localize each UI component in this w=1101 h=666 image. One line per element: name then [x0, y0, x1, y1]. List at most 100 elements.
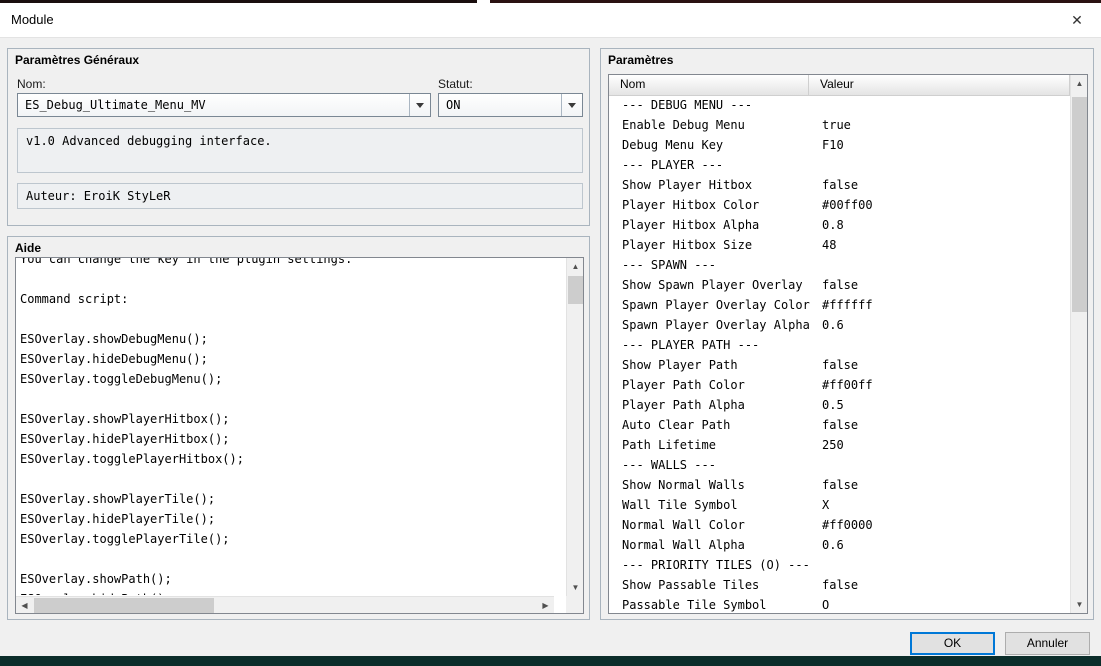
help-line: ESOverlay.showDebugMenu();	[20, 332, 208, 346]
table-row[interactable]: Player Path Color #ff00ff	[609, 375, 1070, 395]
scroll-up-icon[interactable]: ▲	[567, 258, 583, 275]
param-value-cell	[809, 95, 1070, 115]
params-rows: --- DEBUG MENU --- Enable Debug Menu true D…	[609, 95, 1070, 613]
plugin-name-select[interactable]: ES_Debug_Ultimate_Menu_MV	[17, 93, 431, 117]
description-box: v1.0 Advanced debugging interface.	[17, 128, 583, 173]
parameters-title: Paramètres	[608, 53, 674, 67]
dropdown-arrow-zone	[409, 94, 430, 116]
param-name-cell: Spawn Player Overlay Color	[622, 298, 810, 312]
param-value-cell	[809, 335, 1070, 355]
table-row[interactable]: Show Passable Tiles false	[609, 575, 1070, 595]
table-row[interactable]: Player Hitbox Size 48	[609, 235, 1070, 255]
param-name-cell: Wall Tile Symbol	[622, 498, 738, 512]
scroll-right-icon[interactable]: ▶	[537, 597, 554, 613]
param-name-cell: Player Hitbox Color	[622, 198, 760, 212]
param-name-cell: --- WALLS ---	[622, 458, 716, 472]
params-vertical-scrollbar[interactable]: ▲ ▼	[1070, 75, 1087, 613]
table-row[interactable]: Path Lifetime 250	[609, 435, 1070, 455]
param-value-cell: #ff00ff	[822, 378, 873, 392]
help-line	[20, 269, 565, 289]
table-row[interactable]: Show Player Path false	[609, 355, 1070, 375]
help-group: Aide You can change the key in the plugi…	[7, 236, 590, 620]
table-row[interactable]: Wall Tile Symbol X	[609, 495, 1070, 515]
table-row[interactable]: --- PLAYER ---	[609, 155, 1070, 175]
param-value-cell	[809, 455, 1070, 475]
param-value-cell: 250	[822, 438, 844, 452]
scroll-left-icon[interactable]: ◀	[16, 597, 33, 613]
param-name-cell: Player Path Color	[622, 378, 745, 392]
table-row[interactable]: Show Normal Walls false	[609, 475, 1070, 495]
close-icon[interactable]: ✕	[1066, 9, 1088, 31]
table-row[interactable]: Spawn Player Overlay Color #ffffff	[609, 295, 1070, 315]
table-row[interactable]: Spawn Player Overlay Alpha 0.6	[609, 315, 1070, 335]
help-vertical-scrollbar[interactable]: ▲ ▼	[566, 258, 583, 596]
table-row[interactable]: Auto Clear Path false	[609, 415, 1070, 435]
status-value: ON	[446, 98, 461, 112]
table-row[interactable]: --- WALLS ---	[609, 455, 1070, 475]
param-value-cell: 0.6	[822, 318, 844, 332]
status-select[interactable]: ON	[438, 93, 583, 117]
param-name-cell: Player Hitbox Size	[622, 238, 753, 252]
help-vscroll-thumb[interactable]	[568, 276, 583, 304]
table-row[interactable]: Normal Wall Color #ff0000	[609, 515, 1070, 535]
help-title: Aide	[15, 241, 42, 255]
help-line: Command script:	[20, 292, 129, 306]
help-line	[20, 389, 565, 409]
column-header-value[interactable]: Valeur	[809, 75, 1070, 95]
plugin-name-value: ES_Debug_Ultimate_Menu_MV	[25, 98, 206, 112]
scroll-down-icon[interactable]: ▼	[1071, 596, 1087, 613]
name-label: Nom:	[17, 77, 46, 91]
help-line: ESOverlay.showPath();	[20, 572, 172, 586]
table-row[interactable]: Debug Menu Key F10	[609, 135, 1070, 155]
scroll-down-icon[interactable]: ▼	[567, 579, 583, 596]
scroll-up-icon[interactable]: ▲	[1071, 75, 1087, 92]
param-value-cell: true	[822, 118, 851, 132]
help-text[interactable]: You can change the key in the plugin set…	[15, 257, 584, 614]
ok-button[interactable]: OK	[910, 632, 995, 655]
table-row[interactable]: --- SPAWN ---	[609, 255, 1070, 275]
help-line: ESOverlay.togglePlayerHitbox();	[20, 452, 244, 466]
table-row[interactable]: Show Spawn Player Overlay false	[609, 275, 1070, 295]
table-row[interactable]: Enable Debug Menu true	[609, 115, 1070, 135]
param-name-cell: Auto Clear Path	[622, 418, 731, 432]
cancel-button[interactable]: Annuler	[1005, 632, 1090, 655]
window-title: Module	[11, 12, 54, 27]
general-settings-title: Paramètres Généraux	[15, 53, 140, 67]
table-row[interactable]: Player Path Alpha 0.5	[609, 395, 1070, 415]
param-value-cell: false	[822, 418, 859, 432]
table-row[interactable]: --- PLAYER PATH ---	[609, 335, 1070, 355]
help-line: You can change the key in the plugin set…	[20, 258, 353, 266]
param-name-cell: Spawn Player Overlay Alpha	[622, 318, 810, 332]
help-horizontal-scrollbar[interactable]: ◀ ▶	[16, 596, 554, 613]
table-row[interactable]: Player Hitbox Color #00ff00	[609, 195, 1070, 215]
param-value-cell: false	[822, 358, 859, 372]
dropdown-arrow-icon	[416, 102, 424, 108]
description-text: v1.0 Advanced debugging interface.	[26, 134, 272, 148]
help-line	[20, 469, 565, 489]
param-name-cell: Player Hitbox Alpha	[622, 218, 760, 232]
params-vscroll-thumb[interactable]	[1072, 97, 1087, 312]
help-line	[20, 549, 565, 569]
background-window-bottom-edge	[0, 656, 1101, 666]
param-name-cell: Normal Wall Alpha	[622, 538, 745, 552]
module-dialog: Module ✕ Paramètres Généraux Nom: ES_Deb…	[0, 0, 1101, 666]
param-name-cell: Debug Menu Key	[622, 138, 724, 152]
table-row[interactable]: --- PRIORITY TILES (O) ---	[609, 555, 1070, 575]
table-row[interactable]: Passable Tile Symbol O	[609, 595, 1070, 613]
column-header-name[interactable]: Nom	[609, 75, 809, 95]
title-bar: Module ✕	[0, 3, 1101, 38]
help-line: ESOverlay.hideDebugMenu();	[20, 352, 208, 366]
param-value-cell	[809, 155, 1070, 175]
table-row[interactable]: Normal Wall Alpha 0.6	[609, 535, 1070, 555]
param-value-cell: X	[822, 498, 830, 512]
table-row[interactable]: Player Hitbox Alpha 0.8	[609, 215, 1070, 235]
table-row[interactable]: --- DEBUG MENU ---	[609, 95, 1070, 115]
table-row[interactable]: Show Player Hitbox false	[609, 175, 1070, 195]
help-line: ESOverlay.hidePlayerTile();	[20, 512, 216, 526]
help-hscroll-thumb[interactable]	[34, 598, 214, 613]
param-value-cell: O	[822, 598, 830, 612]
param-name-cell: Show Spawn Player Overlay	[622, 278, 803, 292]
general-settings-group: Paramètres Généraux Nom: ES_Debug_Ultima…	[7, 48, 590, 226]
param-value-cell: 0.6	[822, 538, 844, 552]
help-line: ESOverlay.hidePath();	[20, 589, 565, 595]
